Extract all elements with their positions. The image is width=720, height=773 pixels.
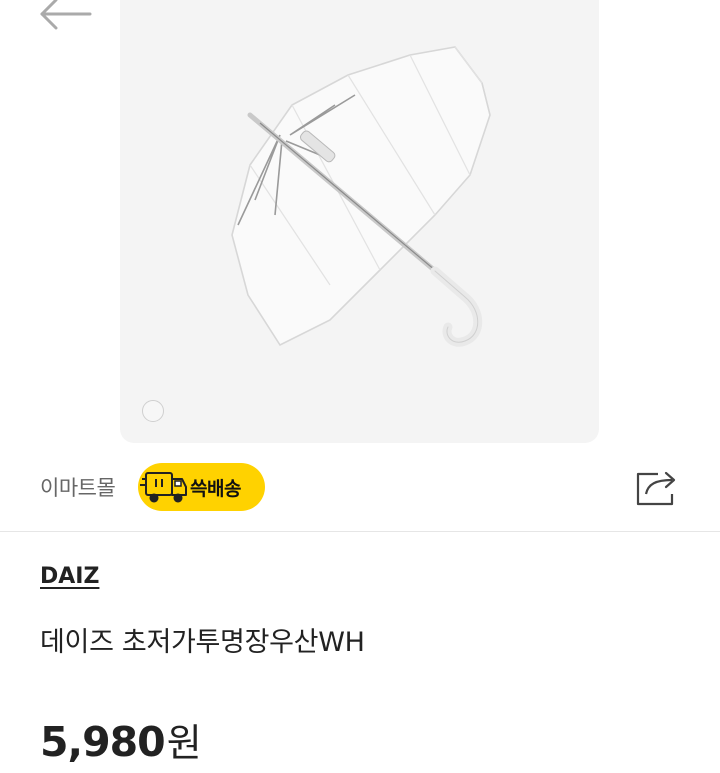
- umbrella-icon: [231, 46, 491, 347]
- delivery-badge[interactable]: 쓱배송: [138, 463, 265, 511]
- seller-name[interactable]: 이마트몰: [40, 472, 116, 502]
- product-title: 데이즈 초저가투명장우산WH: [40, 627, 365, 658]
- share-button[interactable]: [632, 466, 680, 510]
- delivery-truck-icon: [140, 472, 187, 503]
- seller-row: 이마트몰 쓱배송: [0, 462, 720, 512]
- badge-label: 쓱배송: [190, 478, 241, 500]
- back-button[interactable]: [36, 0, 96, 36]
- product-price: 5,980원: [40, 712, 202, 767]
- circle-icon[interactable]: [142, 400, 164, 422]
- product-image[interactable]: [120, 0, 599, 443]
- brand-link[interactable]: DAIZ: [40, 564, 99, 589]
- arrow-left-icon: [40, 0, 92, 30]
- price-value: 5,980: [40, 718, 166, 766]
- divider: [0, 531, 720, 532]
- product-detail-page: 이마트몰 쓱배송 DAIZ 데이즈 초저가투명장우산WH 5,980원: [0, 0, 720, 773]
- share-icon: [636, 471, 676, 506]
- price-currency: 원: [166, 721, 202, 765]
